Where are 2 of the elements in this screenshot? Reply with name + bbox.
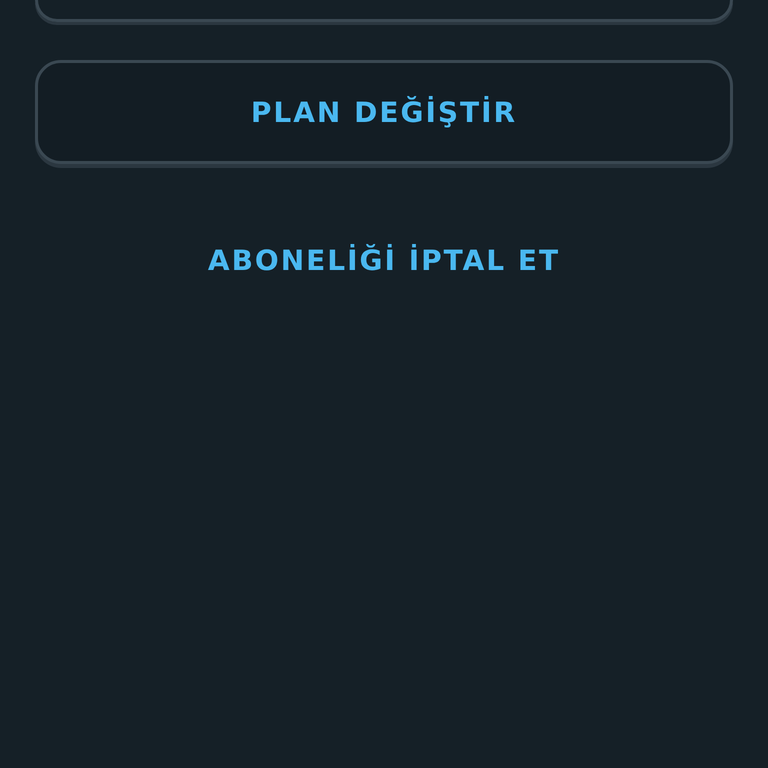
cancel-subscription-button[interactable]: ABONELİĞİ İPTAL ET <box>200 240 568 281</box>
cut-off-button[interactable] <box>35 0 733 22</box>
